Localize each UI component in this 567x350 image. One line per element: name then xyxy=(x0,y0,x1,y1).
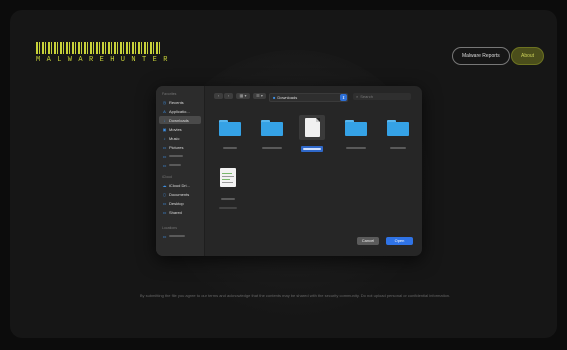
forward-button[interactable]: › xyxy=(224,93,233,99)
location-dropdown[interactable]: ■ Downloads ⇕ xyxy=(269,93,348,102)
folder-icon xyxy=(387,120,409,136)
about-button[interactable]: About xyxy=(511,47,545,65)
location-label: Downloads xyxy=(277,95,298,100)
file-label xyxy=(301,146,323,152)
search-placeholder: Search xyxy=(360,94,373,99)
sidebar-item-label: Desktop xyxy=(169,200,184,206)
document-icon xyxy=(304,118,320,137)
search-input[interactable]: ⌕ Search xyxy=(353,93,411,100)
film-icon: ▣ xyxy=(162,126,167,132)
shared-folder-icon: ▭ xyxy=(162,209,167,215)
chevron-right-icon: › xyxy=(227,93,230,98)
drive-icon: ▭ xyxy=(162,233,167,239)
file-item-folder[interactable] xyxy=(338,120,374,154)
file-label xyxy=(388,145,408,151)
download-icon: ↓ xyxy=(163,117,166,123)
sidebar-item-location[interactable]: ▭ xyxy=(159,232,201,240)
search-icon: ⌕ xyxy=(356,94,359,99)
folder-icon xyxy=(219,120,241,136)
cloud-icon: ☁ xyxy=(162,182,167,188)
sidebar-item-label: Shared xyxy=(169,209,182,215)
file-item-image[interactable] xyxy=(210,168,246,210)
sidebar-item-redacted[interactable]: ▭ xyxy=(159,161,201,169)
redacted-label xyxy=(169,235,185,237)
file-label xyxy=(221,145,239,151)
file-label xyxy=(219,196,237,202)
image-thumbnail-icon xyxy=(220,168,236,187)
footer-disclaimer: By submitting the file you agree to our … xyxy=(139,293,451,298)
file-sublabel xyxy=(210,206,246,210)
sidebar-item-music[interactable]: ♪ Music xyxy=(159,134,201,142)
favorites-heading: Favorites xyxy=(162,92,177,96)
chevron-updown-icon: ⇕ xyxy=(340,94,347,101)
file-item-folder[interactable] xyxy=(212,120,248,154)
clock-icon: ◷ xyxy=(162,99,167,105)
locations-heading: Locations xyxy=(162,226,177,230)
sidebar-item-redacted[interactable]: ▭ xyxy=(159,152,201,160)
view-mode-button[interactable]: ▦ ▾ xyxy=(236,93,250,99)
redacted-label xyxy=(169,164,181,166)
apps-icon: A xyxy=(163,108,166,114)
document-icon: ▯ xyxy=(163,191,166,197)
sidebar-item-applications[interactable]: A Applicatio... xyxy=(159,107,201,115)
file-item-selected[interactable] xyxy=(294,115,330,155)
sidebar-item-label: Music xyxy=(169,135,180,141)
redacted-label xyxy=(169,155,183,157)
folder-icon: ▭ xyxy=(162,162,167,168)
sidebar-item-label: Downloads xyxy=(169,117,189,123)
music-icon: ♪ xyxy=(163,135,166,141)
sidebar-item-label: Documents xyxy=(169,191,190,197)
logo-text: MALWAREHUNTER xyxy=(36,56,174,64)
sidebar-item-desktop[interactable]: ▭ Desktop xyxy=(159,199,201,207)
folder-icon: ▭ xyxy=(162,153,167,159)
folder-icon: ■ xyxy=(273,95,276,100)
group-by-button[interactable]: ☰ ▾ xyxy=(253,93,266,99)
file-label xyxy=(344,145,368,151)
sidebar-item-recents[interactable]: ◷ Recents xyxy=(159,98,201,106)
sidebar-item-label: Pictures xyxy=(169,144,184,150)
desktop-icon: ▭ xyxy=(162,200,167,206)
sidebar-item-movies[interactable]: ▣ Movies xyxy=(159,125,201,133)
folder-icon xyxy=(261,120,283,136)
sidebar-item-icloud-drive[interactable]: ☁ iCloud Dri... xyxy=(159,181,201,189)
sidebar-item-pictures[interactable]: ▭ Pictures xyxy=(159,143,201,151)
chevron-left-icon: ‹ xyxy=(217,93,220,98)
sidebar-item-label: Movies xyxy=(169,126,182,132)
file-item-folder[interactable] xyxy=(380,120,416,154)
sidebar-item-shared[interactable]: ▭ Shared xyxy=(159,208,201,216)
icloud-heading: iCloud xyxy=(162,175,172,179)
cancel-button[interactable]: Cancel xyxy=(357,237,379,245)
open-button[interactable]: Open xyxy=(386,237,413,245)
sidebar-item-label: iCloud Dri... xyxy=(169,182,190,188)
sidebar-item-downloads[interactable]: ↓ Downloads xyxy=(159,116,201,124)
file-picker-dialog: Favorites ◷ Recents A Applicatio... ↓ Do… xyxy=(156,86,422,256)
sidebar-item-label: Applicatio... xyxy=(169,108,190,114)
file-picker-sidebar: Favorites ◷ Recents A Applicatio... ↓ Do… xyxy=(156,86,205,256)
folder-icon xyxy=(345,120,367,136)
back-button[interactable]: ‹ xyxy=(214,93,223,99)
file-label xyxy=(260,145,284,151)
file-item-folder[interactable] xyxy=(254,120,290,154)
malware-reports-button[interactable]: Malware Reports xyxy=(452,47,510,65)
barcode-logo xyxy=(36,42,160,54)
sidebar-item-documents[interactable]: ▯ Documents xyxy=(159,190,201,198)
photo-icon: ▭ xyxy=(162,144,167,150)
sidebar-item-label: Recents xyxy=(169,99,184,105)
